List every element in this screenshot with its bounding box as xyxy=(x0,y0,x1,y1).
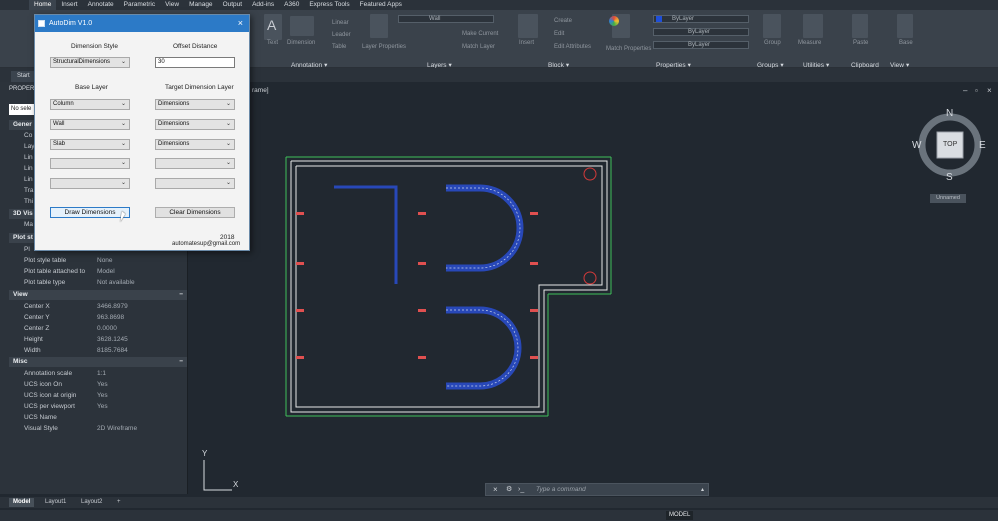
base-layer-value: Wall xyxy=(53,121,65,127)
layout-tab-bar: Model Layout1 Layout2 + xyxy=(0,497,998,508)
chevron-down-icon: ⌄ xyxy=(225,160,231,166)
dimension-style-value: StructuralDimensions xyxy=(53,59,111,65)
ucs-icon xyxy=(203,460,232,491)
target-layer-value: Dimensions xyxy=(158,121,190,127)
target-layer-label: Target Dimension Layer xyxy=(165,84,234,91)
viewcube-top[interactable]: TOP xyxy=(943,141,957,148)
ucs-menu[interactable]: Unnamed xyxy=(930,194,966,203)
base-layer-select-2[interactable]: Wall ⌄ xyxy=(50,119,130,130)
target-layer-select-1[interactable]: Dimensions ⌄ xyxy=(155,99,235,110)
dimension-ticks xyxy=(296,212,538,359)
chevron-down-icon: ⌄ xyxy=(225,141,231,147)
column-marker-icon xyxy=(583,167,597,181)
add-layout-icon[interactable]: + xyxy=(113,498,125,507)
command-input[interactable]: Type a command xyxy=(536,484,586,496)
autodim-dialog: AutoDim V1.0 × Dimension Style Offset Di… xyxy=(34,14,250,251)
tab-layout2[interactable]: Layout2 xyxy=(77,498,106,507)
viewcube-south[interactable]: S xyxy=(946,172,953,183)
target-layer-select-3[interactable]: Dimensions ⌄ xyxy=(155,139,235,150)
chevron-down-icon: ⌄ xyxy=(120,160,126,166)
ucs-x-label: X xyxy=(233,480,239,489)
draw-dimensions-button[interactable]: Draw Dimensions xyxy=(50,207,130,218)
target-layer-select-5[interactable]: ⌄ xyxy=(155,178,235,189)
ramp-centerlines xyxy=(446,187,521,387)
close-icon[interactable]: × xyxy=(493,484,498,496)
chevron-down-icon: ⌄ xyxy=(225,101,231,107)
wall-outline xyxy=(290,160,608,413)
wrench-icon[interactable]: ⚙ xyxy=(506,484,512,496)
offset-distance-input[interactable]: 30 xyxy=(155,57,235,68)
viewcube-north[interactable]: N xyxy=(946,108,953,119)
chevron-down-icon: ⌄ xyxy=(120,180,126,186)
command-line[interactable]: × ⚙ ›_ Type a command ▴ xyxy=(485,483,709,496)
curved-ramps xyxy=(446,184,524,390)
chevron-down-icon: ⌄ xyxy=(120,141,126,147)
chevron-down-icon: ⌄ xyxy=(120,101,126,107)
dimension-style-select[interactable]: StructuralDimensions ⌄ xyxy=(50,57,130,68)
viewcube-west[interactable]: W xyxy=(912,140,921,151)
chevron-up-icon[interactable]: ▴ xyxy=(701,484,704,496)
base-layer-label: Base Layer xyxy=(75,84,108,91)
target-layer-select-2[interactable]: Dimensions ⌄ xyxy=(155,119,235,130)
blue-wall xyxy=(334,185,398,284)
ucs-y-label: Y xyxy=(202,449,208,458)
base-layer-select-5[interactable]: ⌄ xyxy=(50,178,130,189)
dialog-titlebar[interactable]: AutoDim V1.0 × xyxy=(35,15,249,32)
target-layer-value: Dimensions xyxy=(158,141,190,147)
base-layer-select-1[interactable]: Column ⌄ xyxy=(50,99,130,110)
dimension-lines xyxy=(285,156,612,417)
column-marker-icon xyxy=(583,271,597,285)
chevron-down-icon: ⌄ xyxy=(120,59,126,65)
target-layer-value: Dimensions xyxy=(158,101,190,107)
base-layer-select-4[interactable]: ⌄ xyxy=(50,158,130,169)
base-layer-select-3[interactable]: Slab ⌄ xyxy=(50,139,130,150)
clear-dimensions-button[interactable]: Clear Dimensions xyxy=(155,207,235,218)
tab-layout1[interactable]: Layout1 xyxy=(41,498,70,507)
target-layer-select-4[interactable]: ⌄ xyxy=(155,158,235,169)
close-icon[interactable]: × xyxy=(238,15,243,32)
app-icon xyxy=(38,20,45,27)
base-layer-value: Column xyxy=(53,101,74,107)
chevron-down-icon: ⌄ xyxy=(225,121,231,127)
author-email: automatesup@gmail.com xyxy=(172,241,241,247)
offset-distance-label: Offset Distance xyxy=(173,43,218,50)
chevron-down-icon: ⌄ xyxy=(120,121,126,127)
model-space-toggle[interactable]: MODEL xyxy=(666,511,694,520)
dialog-title: AutoDim V1.0 xyxy=(49,20,93,27)
copyright-year: 2018 xyxy=(220,234,235,241)
chevron-down-icon: ⌄ xyxy=(225,180,231,186)
tab-model[interactable]: Model xyxy=(9,498,35,507)
base-layer-value: Slab xyxy=(53,141,66,147)
dimension-style-label: Dimension Style xyxy=(71,43,118,50)
viewcube-east[interactable]: E xyxy=(979,140,986,151)
prompt-icon: ›_ xyxy=(518,486,525,493)
status-bar: MODEL xyxy=(0,510,998,521)
